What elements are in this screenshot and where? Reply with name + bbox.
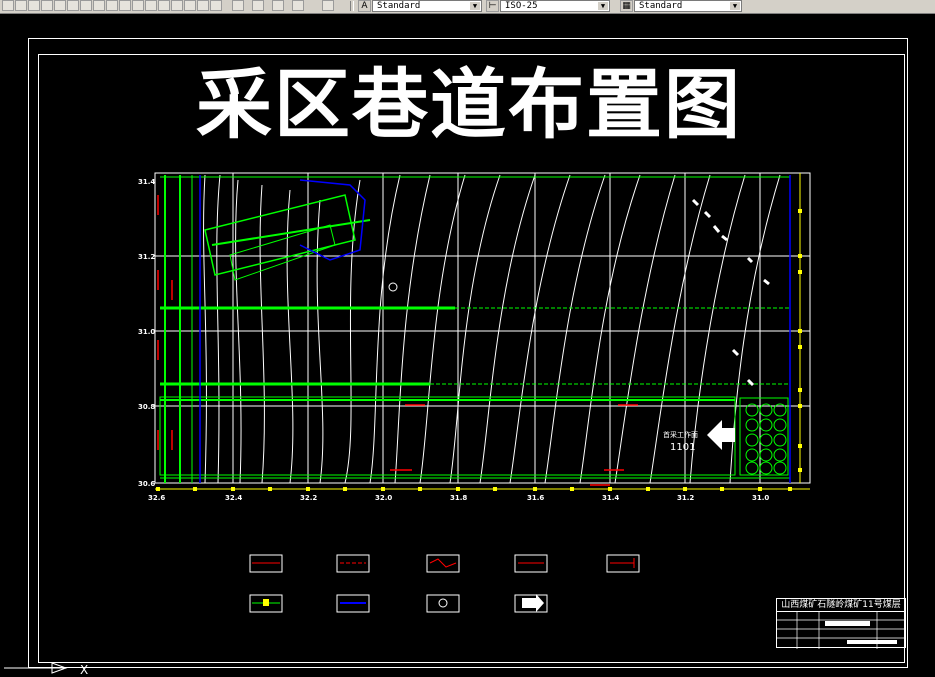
borehole-symbol bbox=[388, 282, 398, 292]
x-axis-label: 32.2 bbox=[300, 494, 317, 502]
marker bbox=[703, 210, 712, 219]
goaf-cell bbox=[759, 418, 773, 432]
marker bbox=[712, 225, 721, 233]
goaf-cell bbox=[745, 433, 759, 447]
y-axis-label: 30.8 bbox=[138, 403, 155, 411]
title-block: 山西煤矿石隧岭煤矿11号煤层 bbox=[776, 598, 906, 649]
goaf-cell bbox=[745, 461, 759, 475]
boundary-marker bbox=[758, 487, 762, 491]
boundary-marker bbox=[720, 487, 724, 491]
y-axis-label: 31.2 bbox=[138, 253, 155, 261]
contour-line bbox=[216, 174, 221, 484]
goaf-cell bbox=[759, 448, 773, 462]
boundary-marker bbox=[798, 345, 802, 349]
boundary-marker bbox=[683, 487, 687, 491]
yellow-dot-symbol-mark bbox=[263, 599, 269, 606]
marker bbox=[746, 256, 754, 264]
goaf-cell bbox=[773, 448, 787, 462]
arrow-symbol-mark bbox=[522, 594, 544, 612]
marker bbox=[731, 348, 740, 357]
boundary-marker bbox=[156, 487, 160, 491]
goaf-cell bbox=[759, 433, 773, 447]
boundary-marker bbox=[268, 487, 272, 491]
boundary-marker bbox=[798, 254, 802, 258]
ucs-x-label: X bbox=[80, 663, 88, 677]
boundary-marker bbox=[798, 329, 802, 333]
goaf-area bbox=[739, 397, 789, 476]
x-axis-label: 32.4 bbox=[225, 494, 242, 502]
red-wave-symbol-mark bbox=[429, 558, 457, 568]
borehole-legend-mark bbox=[438, 598, 448, 608]
workface-outline bbox=[159, 396, 736, 476]
x-axis-label: 32.0 bbox=[375, 494, 392, 502]
y-axis-label: 30.6 bbox=[138, 480, 155, 488]
goaf-cell bbox=[773, 433, 787, 447]
boundary-marker bbox=[798, 404, 802, 408]
boundary-marker bbox=[798, 270, 802, 274]
goaf-cell bbox=[745, 418, 759, 432]
workface-number: 1101 bbox=[670, 442, 695, 453]
goaf-cell bbox=[773, 418, 787, 432]
boundary-marker bbox=[788, 487, 792, 491]
map-canvas: 31.4 31.2 31.0 30.8 30.6 32.6 32.4 32.2 … bbox=[4, 172, 811, 677]
boundary-marker bbox=[798, 209, 802, 213]
workface-label: 首采工作面 bbox=[663, 430, 698, 439]
boundary-line bbox=[155, 173, 810, 491]
ucs-icon: X bbox=[4, 662, 88, 677]
boundary-marker bbox=[533, 487, 537, 491]
x-axis-label: 31.4 bbox=[602, 494, 619, 502]
boundary-marker bbox=[306, 487, 310, 491]
legend-symbols bbox=[249, 554, 640, 613]
x-axis-label: 31.2 bbox=[677, 494, 694, 502]
boundary-marker bbox=[193, 487, 197, 491]
marker bbox=[691, 198, 700, 207]
y-axis-label: 31.4 bbox=[138, 178, 155, 186]
fault-line bbox=[299, 179, 366, 261]
advance-direction-arrow bbox=[707, 420, 735, 450]
contour-line bbox=[203, 174, 207, 484]
marker bbox=[763, 278, 770, 286]
goaf-cell bbox=[773, 461, 787, 475]
contour-line bbox=[369, 174, 401, 484]
contour-line bbox=[509, 174, 571, 484]
contour-line bbox=[479, 174, 536, 484]
boundary-marker bbox=[418, 487, 422, 491]
contour-line bbox=[544, 174, 606, 484]
marker bbox=[721, 234, 728, 242]
x-axis-label: 31.8 bbox=[450, 494, 467, 502]
contour-line bbox=[259, 184, 265, 484]
x-axis-label: 32.6 bbox=[148, 494, 165, 502]
goaf-cell bbox=[759, 461, 773, 475]
x-axis-label: 31.0 bbox=[752, 494, 769, 502]
fault-lines bbox=[199, 175, 791, 483]
boundary-marker bbox=[381, 487, 385, 491]
title-block-grid bbox=[777, 611, 905, 649]
boundary-marker bbox=[798, 444, 802, 448]
boundary-marker bbox=[798, 388, 802, 392]
boundary-marker bbox=[646, 487, 650, 491]
goaf-cell bbox=[745, 448, 759, 462]
boundary-marker bbox=[231, 487, 235, 491]
borehole-legend-symbol bbox=[426, 594, 460, 613]
boundary-marker bbox=[456, 487, 460, 491]
boundary-marker bbox=[798, 468, 802, 472]
boundary-marker bbox=[570, 487, 574, 491]
boundary-marker bbox=[343, 487, 347, 491]
boundary-marker bbox=[608, 487, 612, 491]
contour-line bbox=[316, 199, 324, 484]
x-axis-label: 31.6 bbox=[527, 494, 544, 502]
contour-line bbox=[729, 174, 781, 484]
boundary-marker bbox=[493, 487, 497, 491]
y-axis-label: 31.0 bbox=[138, 328, 155, 336]
